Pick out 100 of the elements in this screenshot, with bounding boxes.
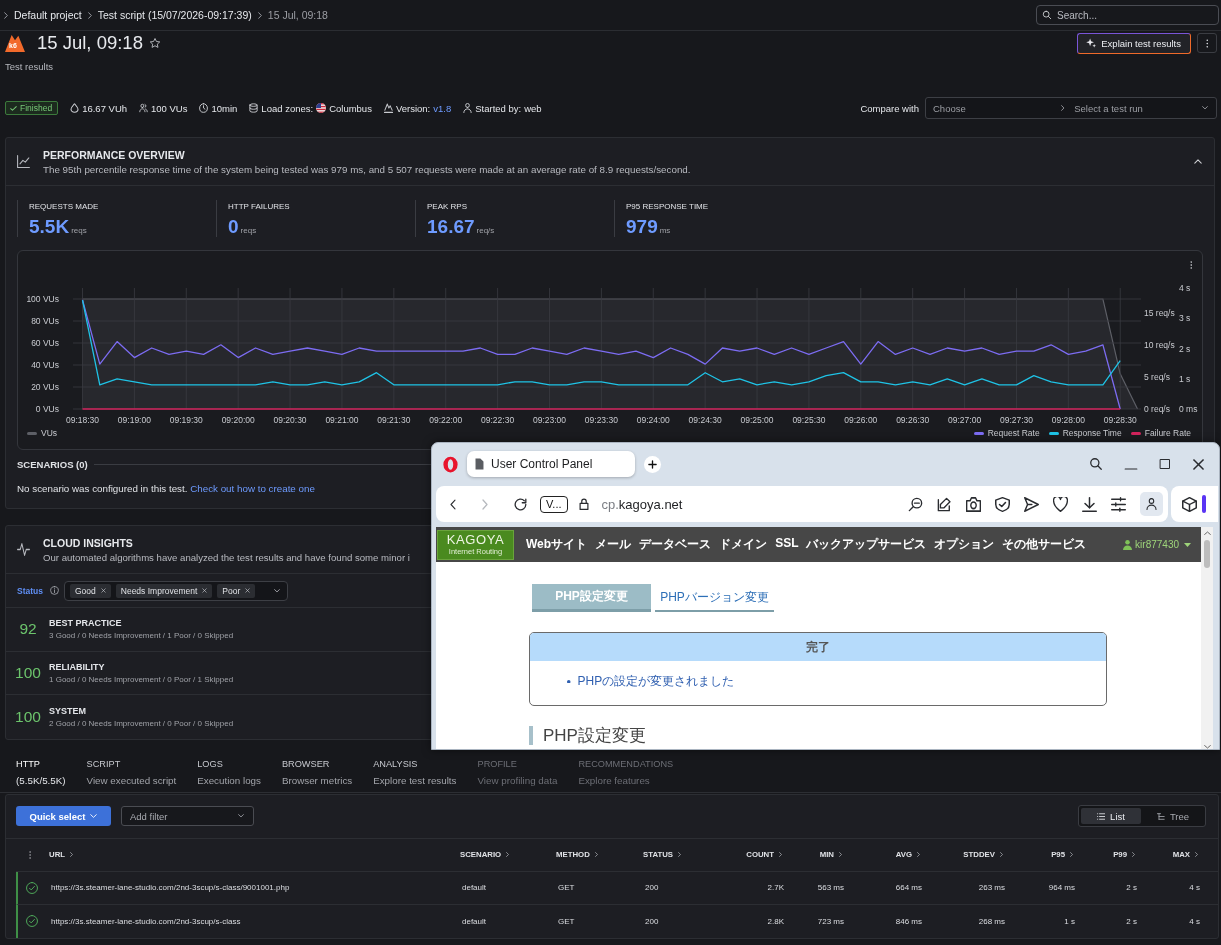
chevron-right-icon [257,11,262,19]
download-icon[interactable] [1082,496,1097,512]
pencil-square-icon[interactable] [937,496,952,512]
run-select[interactable]: Select a test run [1074,102,1202,114]
site-badge[interactable]: V... [540,495,568,513]
magnifier-minus-icon[interactable] [908,496,923,512]
maximize-icon[interactable] [1159,458,1171,470]
section-description: The 95th percentile response time of the system being tested was 979 ms, and 5 507 requests were made at an average rate of 8.9 requests/second. [43,163,691,175]
scrollbar-thumb[interactable] [1204,540,1210,568]
test-select[interactable]: Choose [933,102,1061,114]
table-cell-text: 268 ms [977,916,1006,926]
stat-unit: ms [659,226,671,235]
cube-icon[interactable] [1182,496,1197,512]
view-button[interactable]: Tree [1143,808,1203,824]
explain-button[interactable]: Explain test results [1077,32,1191,54]
filter-select[interactable]: Add filter [121,806,254,826]
heart-icon[interactable] [1053,496,1068,512]
tab[interactable]: BROWSER Browser metrics [281,755,353,792]
info-icon [50,586,59,595]
close-icon[interactable] [1192,457,1205,471]
summary-value: 10min [211,102,238,114]
more-options-icon[interactable] [28,850,32,859]
summary-value: 16.67 VUh [82,102,128,114]
quick-select-button[interactable]: Quick select [16,806,111,826]
scenario-message: No scenario was configured in this test. Check out how to create one [17,483,315,495]
kebab-icon [1205,38,1209,48]
user-icon [463,103,473,113]
legend-item[interactable]: Failure Rate [1130,428,1191,438]
camera-icon[interactable] [966,496,981,512]
new-tab-button[interactable] [644,455,661,473]
site-tab[interactable]: PHPバージョン変更 [655,584,774,612]
table-cell-text: GET [557,916,576,926]
chevron-right-icon [917,852,920,857]
nav-link[interactable]: オプション [934,536,995,553]
nav-link[interactable]: バックアップサービス [806,536,927,553]
search-field[interactable]: Search... [1036,5,1219,25]
score-value: 100 [14,707,42,726]
paper-plane-icon[interactable] [1024,496,1039,512]
reload-icon[interactable] [514,497,527,511]
table-cell-text: 263 ms [977,883,1006,892]
summary-value: 100 VUs [151,102,188,114]
table-cell-text: 200 [644,916,660,926]
graph-icon [383,103,393,113]
nav-link[interactable]: SSL [775,536,799,553]
filter-chip[interactable]: Poor [217,583,256,598]
filter-chip[interactable]: Good [70,583,111,598]
chevron-right-icon [839,852,842,857]
table-cell-text: 846 ms [894,916,923,926]
browser-tab[interactable]: User Control Panel [467,451,635,477]
scrollbar[interactable] [1201,527,1213,749]
compare-select[interactable]: Choose Select a test run [925,97,1217,119]
user-menu[interactable]: kir877430 [1123,539,1191,550]
nav-link[interactable]: Webサイト [526,536,588,553]
tab[interactable]: ANALYSIS Explore test results [373,755,457,792]
score-value: 100 [14,663,42,682]
lock-icon[interactable] [578,498,589,510]
profile-button[interactable] [1140,492,1163,516]
sliders-icon[interactable] [1111,496,1126,512]
url-text[interactable]: cp.kagoya.net [601,496,683,512]
filter-label: Status [17,585,43,596]
notice-title: 完了 [530,633,1106,661]
table-cell-text: https://3s.steamer-lane-studio.com/2nd-3scup/s-class/9001001.php [50,883,291,892]
stat-value: 0 [228,216,239,237]
nav-link[interactable]: ドメイン [719,536,768,553]
filter-chip[interactable]: Needs Improvement [115,583,213,598]
caret-down-icon [1184,542,1191,547]
star-icon[interactable] [149,38,160,48]
more-options-icon[interactable] [1189,261,1192,269]
search-icon[interactable] [1089,457,1103,471]
tree-icon [1156,812,1165,820]
create-scenario-link[interactable]: Check out how to create one [190,483,315,494]
category-summary: 3 Good / 0 Needs Improvement / 1 Poor / 0 Skipped [49,631,234,641]
version-link[interactable]: v1.8 [433,102,452,114]
breadcrumb-link[interactable]: 15 Jul, 09:18 [267,9,328,21]
breadcrumb-link[interactable]: Default project [14,9,82,21]
arrow-down-icon[interactable] [1203,745,1211,749]
view-button[interactable]: List [1081,808,1141,824]
breadcrumb-link[interactable]: Test script (15/07/2026-09:17:39) [97,9,252,21]
shield-check-icon[interactable] [995,496,1010,512]
legend-item[interactable]: Request Rate [973,428,1040,438]
tab[interactable]: SCRIPT View executed script [86,755,177,792]
y-axis-label: 10 req/s [1144,339,1175,350]
table-cell-text: https://3s.steamer-lane-studio.com/2nd-3scup/s-class [50,916,242,926]
x-axis-label: 09:25:30 [792,415,826,425]
tab[interactable]: LOGS Execution logs [197,755,261,792]
legend-item[interactable]: VUs [27,428,58,438]
table-cell-text: 964 ms [1047,883,1076,892]
tab[interactable]: HTTP (5.5K/5.5K) [16,755,66,792]
status-multiselect[interactable]: Good Needs Improvement Poor [64,580,288,601]
summary-value: web [524,102,542,114]
nav-link[interactable]: データベース [639,536,712,553]
legend-item[interactable]: Response Time [1048,428,1122,438]
logo-text: KAGOYA [446,533,505,546]
arrow-up-icon[interactable] [1203,531,1211,535]
nav-link[interactable]: その他サービス [1002,536,1087,553]
chevron-up-icon[interactable] [1194,159,1202,164]
nav-link[interactable]: メール [595,536,632,553]
stat-unit: reqs [240,226,257,235]
caret-down-icon [1202,106,1208,110]
chevron-left-icon[interactable] [450,498,456,510]
